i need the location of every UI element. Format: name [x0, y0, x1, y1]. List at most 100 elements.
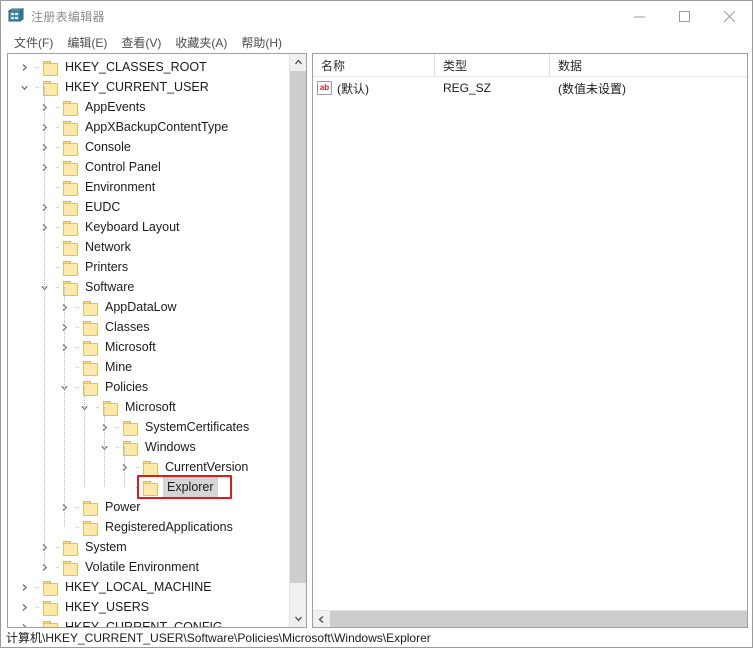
- tree-connector-icon: ··: [55, 122, 60, 132]
- value-type-cell: REG_SZ: [443, 81, 492, 95]
- tree-node[interactable]: ·· Software: [8, 277, 289, 297]
- minimize-button[interactable]: [617, 1, 662, 31]
- tree-node[interactable]: ·· Keyboard Layout: [8, 217, 289, 237]
- values-horizontal-scrollbar[interactable]: [313, 610, 747, 627]
- tree-connector-icon: ··: [55, 182, 60, 192]
- chevron-right-icon[interactable]: [16, 57, 32, 77]
- registry-values-list: ab (默认) REG_SZ (数值未设置): [313, 77, 747, 99]
- current-key-path: 计算机\HKEY_CURRENT_USER\Software\Policies\…: [6, 631, 431, 645]
- tree-connector-icon: ··: [75, 502, 80, 512]
- tree-node[interactable]: ·· Microsoft: [8, 337, 289, 357]
- chevron-right-icon[interactable]: [16, 617, 32, 627]
- tree-node-label: Printers: [85, 260, 129, 274]
- tree-node[interactable]: ·· Environment: [8, 177, 289, 197]
- tree-node[interactable]: ·· CurrentVersion: [8, 457, 289, 477]
- tree-connector-icon: ··: [55, 102, 60, 112]
- menu-item-favorites[interactable]: 收藏夹(A): [168, 32, 234, 53]
- table-row[interactable]: ab (默认) REG_SZ (数值未设置): [313, 77, 747, 99]
- menu-item-view[interactable]: 查看(V): [114, 32, 168, 53]
- tree-guide-line: [104, 407, 105, 487]
- window-controls: [617, 1, 752, 31]
- tree-node-selected[interactable]: ·· Explorer: [8, 476, 289, 498]
- tree-connector-icon: ··: [55, 542, 60, 552]
- tree-node[interactable]: ·· HKEY_CLASSES_ROOT: [8, 57, 289, 77]
- tree-connector-icon: ··: [35, 62, 40, 72]
- registry-editor-icon: [7, 8, 25, 24]
- maximize-button[interactable]: [662, 1, 707, 31]
- tree-node[interactable]: ·· Console: [8, 137, 289, 157]
- chevron-down-icon[interactable]: [16, 77, 32, 97]
- tree-connector-icon: ··: [135, 482, 140, 492]
- tree-connector-icon: ··: [55, 262, 60, 272]
- column-header-data[interactable]: 数据: [550, 54, 747, 77]
- tree-node[interactable]: ·· System: [8, 537, 289, 557]
- tree-node-label: Volatile Environment: [85, 560, 199, 574]
- column-header-name[interactable]: 名称: [313, 54, 435, 77]
- folder-icon: [62, 540, 78, 556]
- tree-node[interactable]: ·· EUDC: [8, 197, 289, 217]
- tree-scrollbar-thumb[interactable]: [290, 71, 306, 583]
- tree-node-label: Environment: [85, 180, 156, 194]
- folder-icon: [82, 300, 98, 316]
- tree-node[interactable]: ·· Mine: [8, 357, 289, 377]
- tree-connector-icon: ··: [115, 422, 120, 432]
- tree-node[interactable]: ·· HKEY_USERS: [8, 597, 289, 617]
- tree-connector-icon: ··: [35, 622, 40, 627]
- folder-icon: [82, 320, 98, 336]
- tree-node[interactable]: ·· HKEY_CURRENT_CONFIG: [8, 617, 289, 627]
- tree-vertical-scrollbar[interactable]: [289, 54, 306, 627]
- tree-node-label: Windows: [145, 440, 196, 454]
- close-button[interactable]: [707, 1, 752, 31]
- tree-node[interactable]: ·· Network: [8, 237, 289, 257]
- scroll-up-arrow-icon[interactable]: [290, 54, 306, 71]
- tree-connector-icon: ··: [35, 82, 40, 92]
- folder-icon: [42, 600, 58, 616]
- tree-connector-icon: ··: [75, 302, 80, 312]
- tree-node[interactable]: ·· AppEvents: [8, 97, 289, 117]
- folder-icon: [62, 200, 78, 216]
- tree-node[interactable]: ·· Policies: [8, 377, 289, 397]
- values-scrollbar-thumb[interactable]: [330, 610, 747, 627]
- tree-node-label: Microsoft: [125, 400, 176, 414]
- tree-node-label: Classes: [105, 320, 150, 334]
- tree-node[interactable]: ·· AppDataLow: [8, 297, 289, 317]
- folder-icon: [142, 460, 158, 476]
- tree-node-label: HKEY_USERS: [65, 600, 150, 614]
- menu-item-help[interactable]: 帮助(H): [234, 32, 289, 53]
- tree-connector-icon: ··: [55, 162, 60, 172]
- tree-connector-icon: ··: [135, 462, 140, 472]
- tree-node[interactable]: ·· Control Panel: [8, 157, 289, 177]
- tree-node[interactable]: ·· Power: [8, 497, 289, 517]
- tree-node[interactable]: ·· SystemCertificates: [8, 417, 289, 437]
- menu-item-file[interactable]: 文件(F): [7, 32, 60, 53]
- folder-icon: [122, 420, 138, 436]
- chevron-right-icon[interactable]: [16, 577, 32, 597]
- chevron-right-icon[interactable]: [16, 597, 32, 617]
- window-title: 注册表编辑器: [31, 9, 105, 24]
- tree-guide-line: [84, 387, 85, 487]
- tree-node[interactable]: ·· RegisteredApplications: [8, 517, 289, 537]
- tree-node[interactable]: ·· Classes: [8, 317, 289, 337]
- tree-connector-icon: ··: [75, 342, 80, 352]
- scroll-left-arrow-icon[interactable]: [313, 611, 330, 628]
- tree-node[interactable]: ·· AppXBackupContentType: [8, 117, 289, 137]
- tree-node-label: SystemCertificates: [145, 420, 250, 434]
- tree-connector-icon: ··: [55, 202, 60, 212]
- tree-scroll-area: ·· HKEY_CLASSES_ROOT ·· HKEY_CURRENT_USER ··…: [8, 54, 289, 627]
- folder-icon: [82, 360, 98, 376]
- tree-node[interactable]: ·· Windows: [8, 437, 289, 457]
- folder-icon: [62, 100, 78, 116]
- column-header-type[interactable]: 类型: [435, 54, 550, 77]
- scroll-down-arrow-icon[interactable]: [290, 610, 306, 627]
- tree-node[interactable]: ·· HKEY_LOCAL_MACHINE: [8, 577, 289, 597]
- registry-tree[interactable]: ·· HKEY_CLASSES_ROOT ·· HKEY_CURRENT_USER ··…: [8, 54, 289, 627]
- menu-item-edit[interactable]: 编辑(E): [60, 32, 114, 53]
- tree-node-label: Console: [85, 140, 131, 154]
- tree-node[interactable]: ·· Volatile Environment: [8, 557, 289, 577]
- tree-node[interactable]: ·· Microsoft: [8, 397, 289, 417]
- tree-node[interactable]: ·· Printers: [8, 257, 289, 277]
- folder-icon: [82, 500, 98, 516]
- tree-node-label: Microsoft: [105, 340, 156, 354]
- tree-node[interactable]: ·· HKEY_CURRENT_USER: [8, 77, 289, 97]
- tree-node-label: Control Panel: [85, 160, 161, 174]
